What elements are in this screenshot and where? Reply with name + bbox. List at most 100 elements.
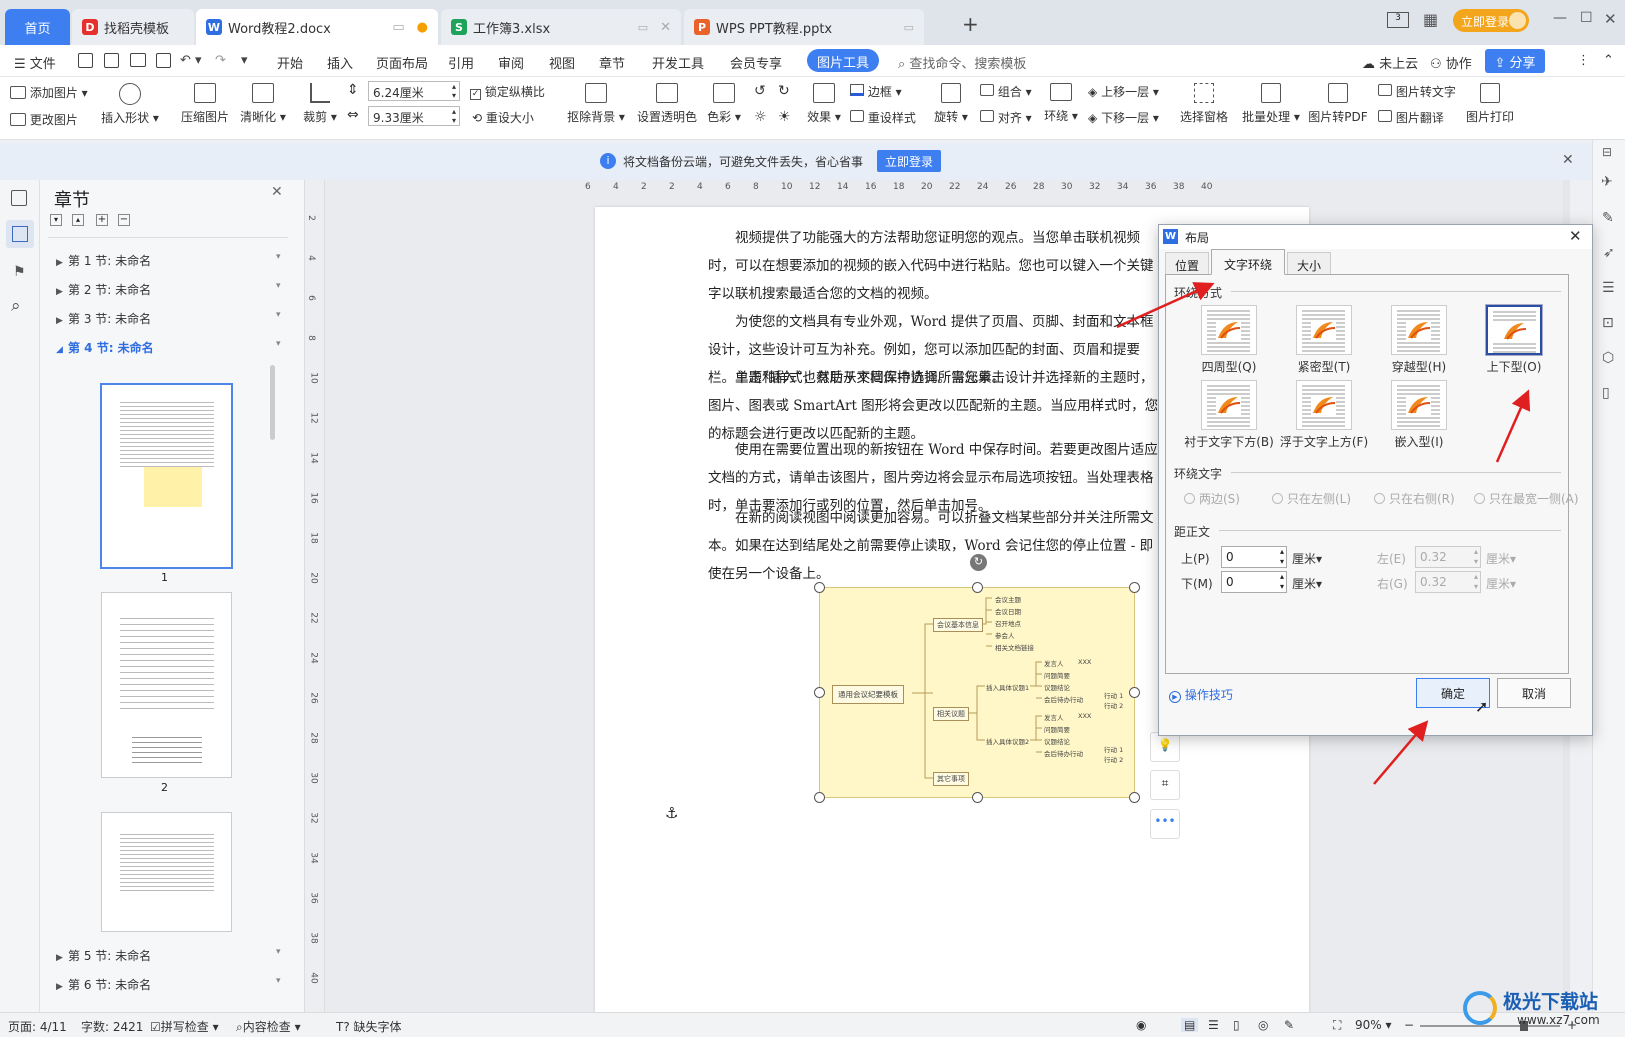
close-window-button[interactable]: ✕ [1604, 10, 1617, 28]
content-check-button[interactable]: ⌕内容检查 ▾ [236, 1018, 301, 1035]
zoom-level[interactable]: 90% ▾ [1355, 1018, 1392, 1032]
tab-position[interactable]: 位置 [1165, 252, 1209, 274]
bring-forward-button[interactable]: ◈ 上移一层 ▾ [1088, 83, 1159, 100]
rocket-icon[interactable]: ✈ [1601, 174, 1613, 190]
to-text-button[interactable]: 图片转文字 [1378, 83, 1456, 100]
wrap-tight-option[interactable] [1296, 305, 1352, 355]
float-crop-icon[interactable]: ⌗ [1150, 770, 1180, 800]
rotate-left-icon[interactable]: ↺ [754, 83, 766, 99]
dialog-title-bar[interactable]: W 布局 ✕ [1159, 225, 1592, 249]
wrap-right-radio[interactable]: 只在右侧(R) [1374, 490, 1455, 507]
tab-word-doc[interactable]: W Word教程2.docx ▭ ● [196, 9, 438, 45]
close-nav-icon[interactable]: ✕ [271, 184, 283, 200]
rotate-right-icon[interactable]: ↻ [778, 83, 790, 99]
fit-page-icon[interactable]: ⛶ [1333, 1018, 1341, 1033]
undo-icon[interactable]: ↶ ▾ [180, 53, 202, 68]
shield-icon[interactable]: ⬡ [1602, 350, 1614, 366]
spell-check-button[interactable]: ☑拼写检查 ▾ [150, 1018, 219, 1035]
send-backward-button[interactable]: ◈ 下移一层 ▾ [1088, 109, 1159, 126]
wrap-top-bottom-option[interactable] [1486, 305, 1542, 355]
menu-item-layout[interactable]: 页面布局 [376, 53, 428, 72]
eye-protect-icon[interactable]: ◉ [1136, 1018, 1146, 1032]
bookmark-icon[interactable]: ⚑ [13, 264, 26, 280]
customize-icon[interactable]: ▾ [241, 53, 248, 68]
dialog-close-button[interactable]: ✕ [1569, 227, 1582, 245]
align-button[interactable]: 对齐 ▾ [980, 109, 1032, 126]
resize-handle-tr[interactable] [1129, 582, 1140, 593]
wrap-button[interactable]: 环绕 ▾ [1043, 83, 1079, 124]
right-unit-select[interactable]: 厘米▾ [1486, 575, 1516, 592]
close-icon[interactable]: ✕ [660, 20, 671, 35]
window-layout-icon[interactable]: 3 [1387, 12, 1409, 28]
right-distance-input[interactable]: 0.32 ▴ ▾ [1415, 571, 1481, 593]
translate-button[interactable]: 图片翻译 [1378, 109, 1444, 126]
cancel-button[interactable]: 取消 [1497, 678, 1571, 708]
close-notice-icon[interactable]: ✕ [1562, 152, 1574, 168]
maximize-button[interactable]: ☐ [1580, 10, 1593, 26]
resize-handle-r[interactable] [1129, 687, 1140, 698]
wrap-front-option[interactable] [1296, 380, 1352, 430]
resize-handle-br[interactable] [1129, 792, 1140, 803]
notice-login-button[interactable]: 立即登录 [877, 150, 941, 172]
menu-item-chapter[interactable]: 章节 [599, 53, 625, 72]
bottom-distance-input[interactable]: 0 ▴ ▾ [1221, 571, 1287, 593]
tab-text-wrap[interactable]: 文字环绕 [1211, 249, 1285, 275]
clarify-button[interactable]: 清晰化 ▾ [238, 83, 288, 125]
menu-item-member[interactable]: 会员专享 [730, 53, 782, 72]
top-distance-input[interactable]: 0 ▴ ▾ [1221, 546, 1287, 568]
contrast-icon[interactable]: ☀ [778, 109, 791, 125]
resize-handle-t[interactable] [972, 582, 983, 593]
page-thumbnail-2[interactable] [101, 592, 232, 778]
section-item-6[interactable]: ▶ 第 6 节: 未命名 ▾ [56, 976, 281, 993]
change-image-button[interactable]: 更改图片 [10, 111, 78, 128]
wrap-square-option[interactable] [1201, 305, 1257, 355]
wrap-both-radio[interactable]: 两边(S) [1184, 490, 1240, 507]
menu-item-insert[interactable]: 插入 [327, 53, 353, 72]
resize-handle-b[interactable] [972, 792, 983, 803]
left-distance-input[interactable]: 0.32 ▴ ▾ [1415, 546, 1481, 568]
section-item-5[interactable]: ▶ 第 5 节: 未命名 ▾ [56, 947, 281, 964]
pen-icon[interactable]: ✎ [1602, 210, 1614, 226]
rotate-button[interactable]: 旋转 ▾ [934, 83, 968, 125]
outline-icon[interactable] [11, 190, 27, 206]
page-indicator[interactable]: 页面: 4/11 [8, 1018, 67, 1035]
section-item-1[interactable]: ▶ 第 1 节: 未命名 ▾ [56, 252, 281, 269]
spin-icon[interactable]: ▴ ▾ [1280, 572, 1284, 592]
cursor-icon[interactable]: ➶ [1603, 245, 1615, 261]
effect-button[interactable]: 效果 ▾ [806, 83, 842, 125]
menu-item-reference[interactable]: 引用 [448, 53, 474, 72]
apps-grid-icon[interactable]: ▦ [1423, 10, 1438, 29]
preview-icon[interactable] [156, 53, 171, 68]
sliders-icon[interactable]: ☰ [1602, 280, 1615, 296]
tab-home[interactable]: 首页 [5, 9, 70, 45]
translate-icon[interactable]: ⊡ [1602, 315, 1614, 331]
to-pdf-button[interactable]: 图片转PDF [1306, 83, 1370, 125]
more-icon[interactable]: ⋮ [1577, 53, 1590, 68]
brightness-icon[interactable]: ☼ [754, 109, 767, 125]
menu-item-developer[interactable]: 开发工具 [652, 53, 704, 72]
print-image-button[interactable]: 图片打印 [1464, 83, 1516, 125]
save-icon[interactable] [78, 53, 93, 68]
collapse-all-icon[interactable]: ▴ [72, 214, 84, 226]
float-lightbulb-icon[interactable]: 💡 [1150, 732, 1180, 762]
remove-section-icon[interactable]: − [118, 214, 130, 226]
color-button[interactable]: 色彩 ▾ [706, 83, 742, 125]
section-item-3[interactable]: ▶ 第 3 节: 未命名 ▾ [56, 310, 281, 327]
missing-font-button[interactable]: T? 缺失字体 [336, 1018, 402, 1035]
command-search[interactable]: ⌕ 查找命令、搜索模板 [898, 53, 1026, 72]
add-section-icon[interactable]: + [96, 214, 108, 226]
width-field[interactable]: 6.24厘米 ▴ ▾ [368, 81, 460, 101]
cloud-status[interactable]: ☁ 未上云 [1362, 53, 1418, 72]
wrap-inline-option[interactable] [1391, 380, 1447, 430]
wrap-behind-option[interactable] [1201, 380, 1257, 430]
float-more-icon[interactable]: ••• [1150, 809, 1180, 839]
add-image-button[interactable]: 添加图片 ▾ [10, 84, 88, 101]
menu-item-view[interactable]: 视图 [549, 53, 575, 72]
write-mode-icon[interactable]: ✎ [1284, 1018, 1294, 1032]
print-icon[interactable] [130, 53, 146, 67]
zoom-out-button[interactable]: − [1404, 1018, 1414, 1032]
compress-button[interactable]: 压缩图片 [180, 83, 230, 125]
menu-item-picture-tools[interactable]: 图片工具 [807, 49, 879, 72]
tab-size[interactable]: 大小 [1287, 252, 1331, 274]
nav-scrollbar[interactable] [270, 365, 275, 440]
